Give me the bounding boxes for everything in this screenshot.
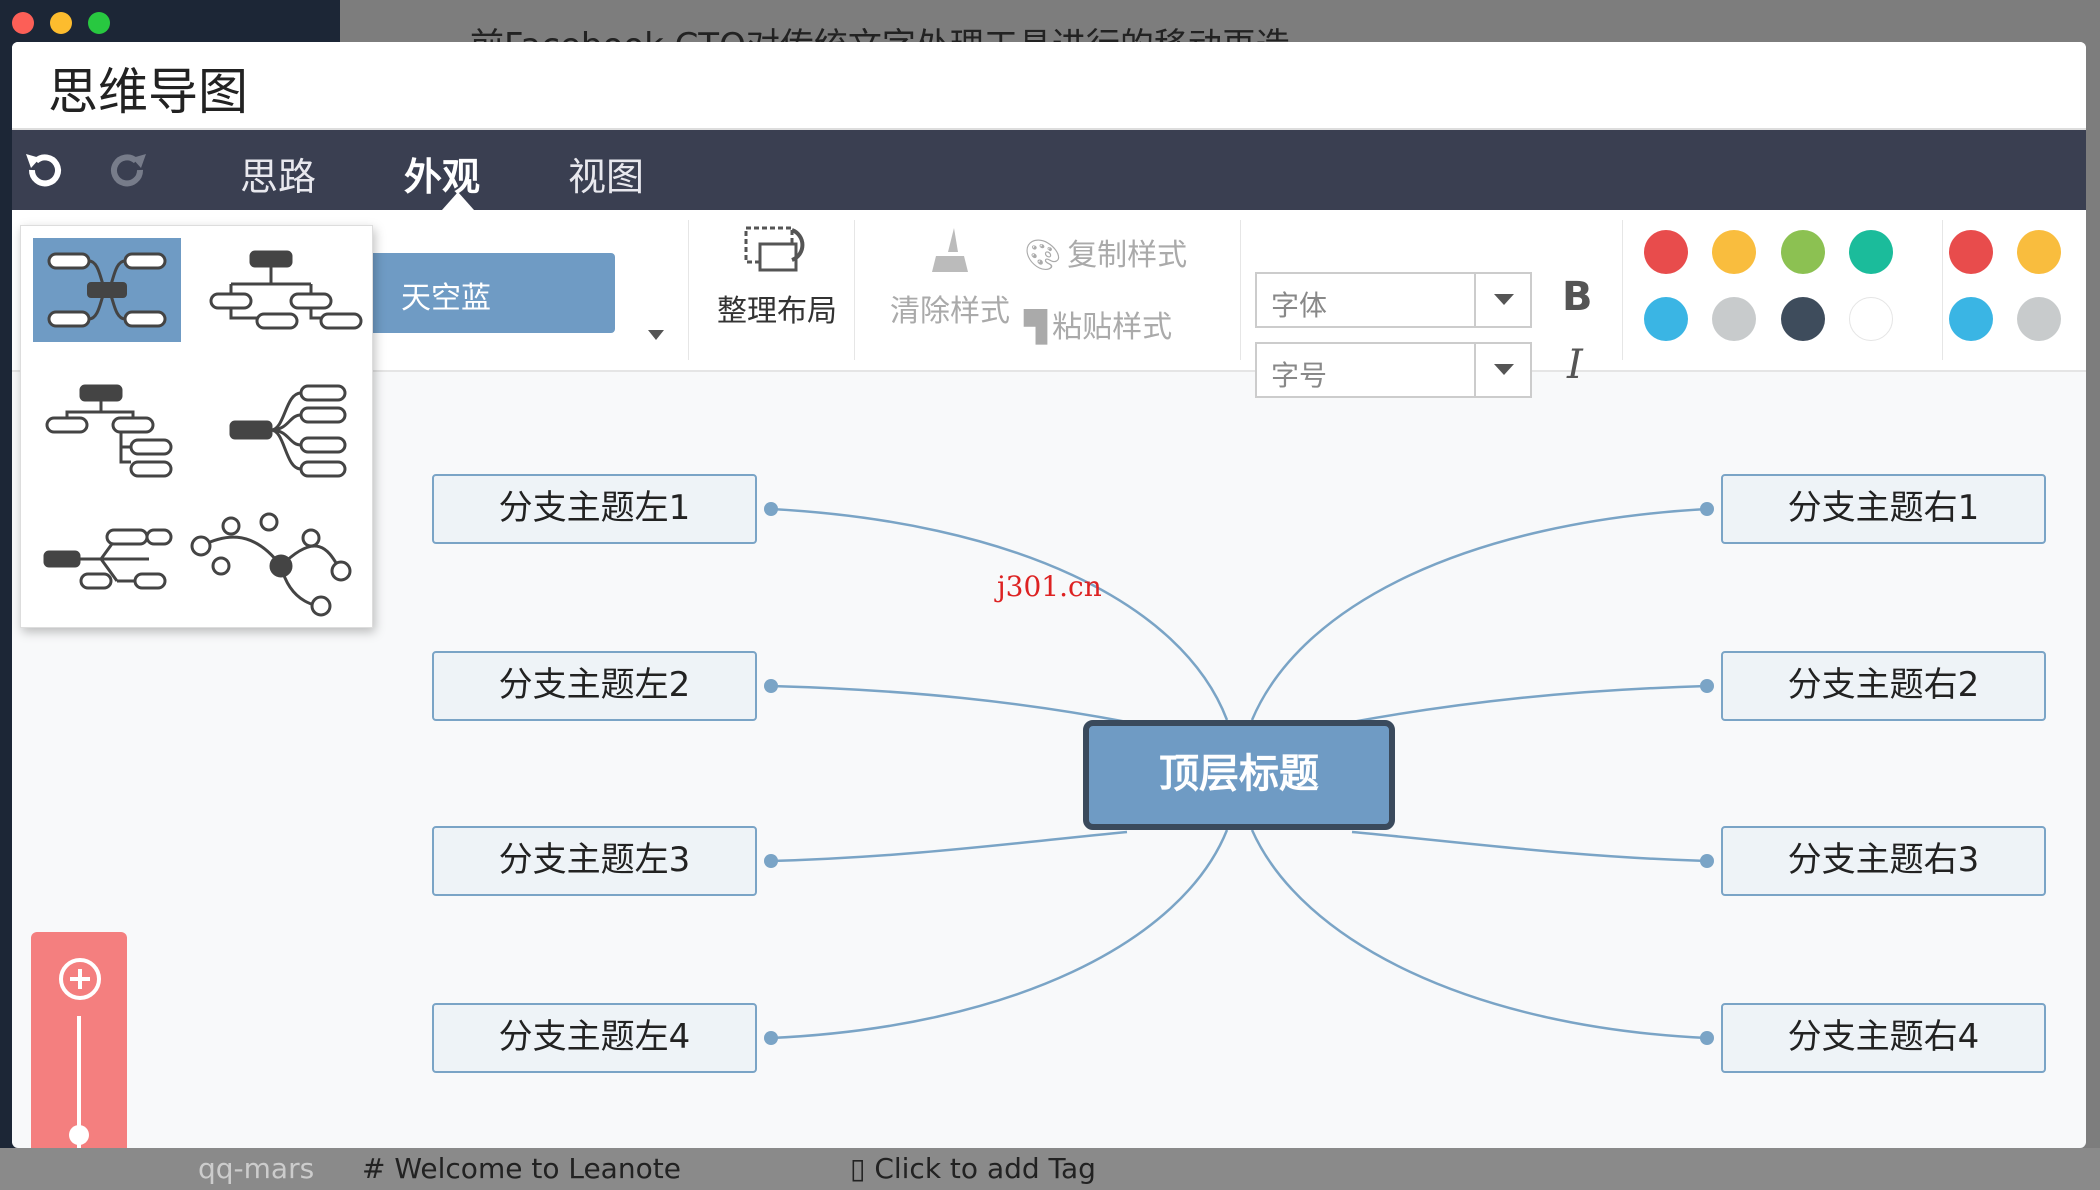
branch-topic-node[interactable]: 分支主题左1 [432, 474, 757, 544]
branch-topic-node[interactable]: 分支主题右3 [1721, 826, 2046, 896]
branch-topic-node[interactable]: 分支主题右1 [1721, 474, 2046, 544]
add-tag-button[interactable]: ▯ Click to add Tag [850, 1152, 1096, 1185]
layout-free-graph[interactable] [190, 512, 352, 617]
zoom-in-icon[interactable] [57, 956, 103, 1002]
layout-fishbone[interactable] [43, 528, 173, 590]
watermark: j301.cn [997, 570, 1102, 603]
root-topic-node[interactable]: 顶层标题 [1083, 720, 1395, 830]
layout-logic-right[interactable] [229, 384, 347, 478]
layout-mind-map[interactable] [33, 238, 181, 342]
layout-org-chart[interactable] [209, 250, 363, 330]
minimize-window-button[interactable] [50, 12, 72, 34]
zoom-thumb[interactable] [69, 1124, 89, 1145]
branch-topic-node[interactable]: 分支主题右2 [1721, 651, 2046, 721]
note-title: # Welcome to Leanote [362, 1152, 681, 1185]
branch-topic-node[interactable]: 分支主题左2 [432, 651, 757, 721]
layout-tree-right[interactable] [45, 384, 173, 478]
zoom-slider[interactable] [31, 932, 127, 1148]
branch-topic-node[interactable]: 分支主题左3 [432, 826, 757, 896]
layout-picker-dropdown [20, 225, 373, 628]
branch-topic-node[interactable]: 分支主题左4 [432, 1003, 757, 1073]
user-label: qq-mars [198, 1152, 315, 1185]
branch-topic-node[interactable]: 分支主题右4 [1721, 1003, 2046, 1073]
mindmap-modal: 思维导图 思路 外观 视图 整理布局 清除样式 🎨︎ 复制样式 ▜ 粘贴样式 字… [12, 42, 2086, 1148]
background-status-bar: qq-mars # Welcome to Leanote ▯ Click to … [0, 1148, 2100, 1190]
maximize-window-button[interactable] [88, 12, 110, 34]
close-window-button[interactable] [12, 12, 34, 34]
